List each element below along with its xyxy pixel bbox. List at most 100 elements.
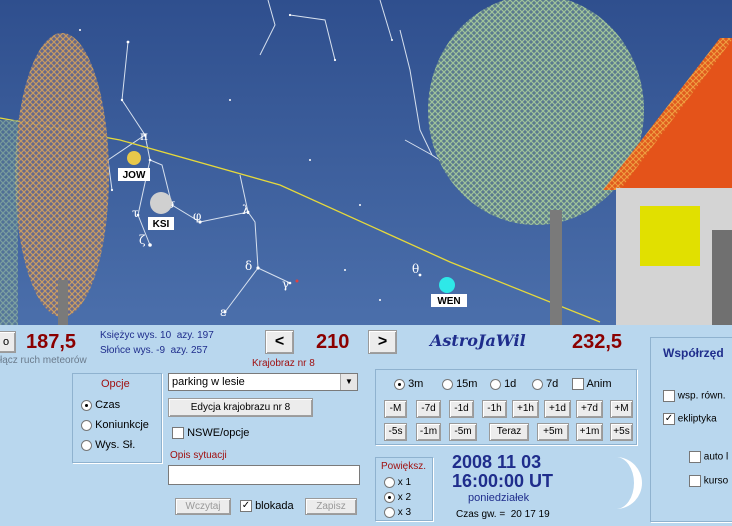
chevron-down-icon[interactable]: ▼ bbox=[340, 374, 357, 390]
azimuth-center: 210 bbox=[316, 331, 350, 353]
red-star bbox=[295, 279, 299, 283]
radio-icon bbox=[81, 439, 92, 451]
step-plus-month[interactable]: +M bbox=[610, 400, 633, 418]
lock-checkbox[interactable]: ✓ blokada bbox=[240, 500, 294, 513]
moon-marker[interactable] bbox=[150, 192, 172, 214]
zoom-x3[interactable]: x 3 bbox=[384, 507, 411, 518]
radio-icon bbox=[81, 419, 92, 431]
radio-icon bbox=[384, 492, 395, 503]
step-15m[interactable]: 15m bbox=[442, 378, 477, 390]
moon-phase-icon bbox=[616, 457, 642, 509]
jupiter-label: JOW bbox=[123, 170, 146, 181]
moon-label: KSI bbox=[153, 219, 170, 230]
toggle-button[interactable]: o bbox=[0, 331, 16, 353]
svg-text:ζ: ζ bbox=[139, 233, 146, 247]
coords-group: Współrzęd wsp. równ. ✓ ekliptyka auto l … bbox=[650, 337, 732, 522]
step-plus-1h[interactable]: +1h bbox=[512, 400, 539, 418]
step-3m[interactable]: 3m bbox=[394, 378, 423, 390]
checkbox-icon bbox=[663, 390, 675, 402]
landscape-label: Krajobraz nr 8 bbox=[252, 358, 315, 369]
svg-text:γ: γ bbox=[282, 277, 289, 291]
save-button[interactable]: Zapisz bbox=[305, 498, 357, 515]
step-minus-1d[interactable]: -1d bbox=[449, 400, 474, 418]
svg-text:λ: λ bbox=[242, 203, 250, 217]
checkbox-icon bbox=[172, 427, 184, 440]
step-label: 15m bbox=[456, 378, 478, 390]
zoom-label: x 1 bbox=[397, 477, 412, 489]
meteor-hint: łącz ruch meteorów bbox=[0, 355, 87, 366]
radio-icon bbox=[384, 507, 395, 518]
cursor-checkbox[interactable]: kurso bbox=[689, 475, 728, 487]
control-panel: o łącz ruch meteorów 187,5 Księżyc wys. … bbox=[0, 325, 732, 526]
sky-view[interactable]: π σ τ φ ζ λ δ γ ε θ η JOW KSI WEN bbox=[0, 0, 732, 325]
jupiter-marker[interactable] bbox=[127, 151, 141, 165]
next-azimuth-button[interactable]: > bbox=[368, 330, 397, 354]
anim-checkbox[interactable]: Anim bbox=[572, 378, 612, 391]
option-koniunkcje[interactable]: Koniunkcje bbox=[81, 419, 149, 431]
step-minus-1h[interactable]: -1h bbox=[482, 400, 507, 418]
step-plus-5m[interactable]: +5m bbox=[537, 423, 569, 441]
edit-landscape-button[interactable]: Edycja krajobrazu nr 8 bbox=[168, 398, 313, 417]
ecliptic-checkbox[interactable]: ✓ ekliptyka bbox=[663, 413, 717, 425]
checkbox-icon: ✓ bbox=[240, 500, 252, 513]
option-wys-sl[interactable]: Wys. Sł. bbox=[81, 439, 135, 451]
step-plus-5s[interactable]: +5s bbox=[610, 423, 633, 441]
step-plus-7d[interactable]: +7d bbox=[576, 400, 603, 418]
step-plus-1m[interactable]: +1m bbox=[576, 423, 603, 441]
zoom-label: x 3 bbox=[397, 507, 412, 519]
coords-label: kurso bbox=[703, 475, 729, 487]
option-czas[interactable]: Czas bbox=[81, 399, 120, 411]
options-group: Opcje Czas Koniunkcje Wys. Sł. bbox=[72, 373, 162, 463]
weekday-display: poniedziałek bbox=[468, 492, 530, 504]
checkbox-icon bbox=[689, 475, 701, 487]
step-7d[interactable]: 7d bbox=[532, 378, 558, 390]
zoom-title: Powiększ. bbox=[381, 461, 427, 472]
svg-text:δ: δ bbox=[245, 259, 252, 273]
svg-text:φ: φ bbox=[193, 209, 201, 223]
lock-label: blokada bbox=[255, 500, 294, 512]
step-minus-5s[interactable]: -5s bbox=[384, 423, 407, 441]
checkbox-icon bbox=[572, 378, 584, 391]
nswe-label: NSWE/opcje bbox=[187, 427, 250, 439]
load-button[interactable]: Wczytaj bbox=[175, 498, 231, 515]
prev-azimuth-button[interactable]: < bbox=[265, 330, 294, 354]
moon-info: Księżyc wys. 10 azy. 197 bbox=[100, 330, 214, 341]
nswe-checkbox[interactable]: NSWE/opcje bbox=[172, 427, 250, 440]
svg-text:θ: θ bbox=[412, 262, 419, 276]
azimuth-right: 232,5 bbox=[572, 331, 623, 353]
landscape-select-value: parking w lesie bbox=[172, 376, 245, 388]
venus-label: WEN bbox=[437, 296, 460, 307]
zoom-group: Powiększ. x 1 x 2 x 3 bbox=[375, 457, 433, 521]
option-label: Koniunkcje bbox=[95, 419, 149, 431]
zoom-x2[interactable]: x 2 bbox=[384, 492, 411, 503]
step-minus-7d[interactable]: -7d bbox=[416, 400, 441, 418]
radio-icon bbox=[442, 378, 453, 390]
step-1d[interactable]: 1d bbox=[490, 378, 516, 390]
app-title: AstroJaWil bbox=[430, 331, 526, 350]
step-label: 3m bbox=[408, 378, 424, 390]
step-minus-1m[interactable]: -1m bbox=[416, 423, 441, 441]
anim-label: Anim bbox=[586, 378, 612, 390]
svg-text:π: π bbox=[140, 129, 148, 143]
step-label: 7d bbox=[546, 378, 559, 390]
description-input[interactable] bbox=[168, 465, 360, 485]
step-minus-month[interactable]: -M bbox=[384, 400, 407, 418]
auto-checkbox[interactable]: auto l bbox=[689, 451, 728, 463]
step-plus-1d[interactable]: +1d bbox=[544, 400, 571, 418]
coords-title: Współrzęd bbox=[663, 346, 724, 360]
coords-label: wsp. równ. bbox=[677, 390, 726, 402]
time-step-group: 3m 15m 1d 7d Anim -M -7d -1d -1h +1h +1d… bbox=[375, 369, 637, 445]
now-button[interactable]: Teraz bbox=[489, 423, 529, 441]
options-title: Opcje bbox=[101, 378, 130, 390]
date-display: 2008 11 03 bbox=[452, 452, 542, 472]
landscape-select[interactable]: parking w lesie ▼ bbox=[168, 373, 358, 391]
venus-marker[interactable] bbox=[439, 277, 455, 293]
time-display: 16:00:00 UT bbox=[452, 471, 554, 491]
svg-text:τ: τ bbox=[132, 206, 139, 220]
step-label: 1d bbox=[504, 378, 517, 390]
step-minus-5m[interactable]: -5m bbox=[449, 423, 477, 441]
radio-icon bbox=[394, 378, 405, 390]
equatorial-checkbox[interactable]: wsp. równ. bbox=[663, 390, 726, 402]
sun-info: Słońce wys. -9 azy. 257 bbox=[100, 345, 208, 356]
zoom-x1[interactable]: x 1 bbox=[384, 477, 411, 488]
